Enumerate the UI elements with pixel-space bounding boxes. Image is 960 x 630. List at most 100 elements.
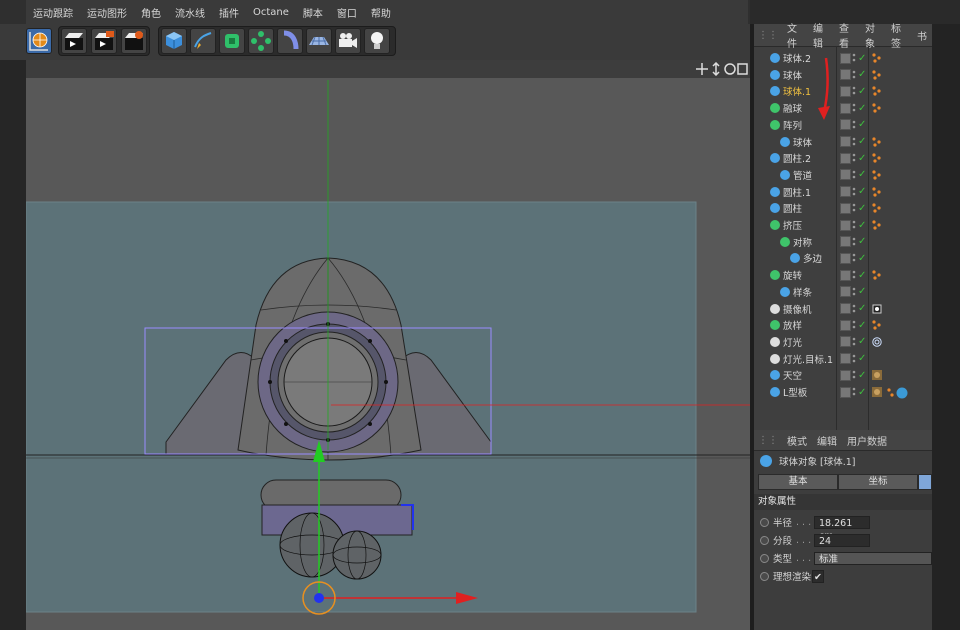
enabled-check-icon[interactable]: ✓: [858, 153, 866, 164]
object-row[interactable]: 融球 ✓: [754, 100, 932, 116]
phong-tag-icon[interactable]: [872, 86, 882, 96]
menu-item[interactable]: 脚本: [296, 5, 330, 20]
enabled-check-icon[interactable]: ✓: [858, 86, 866, 97]
enabled-check-icon[interactable]: ✓: [858, 253, 866, 264]
object-row[interactable]: 天空 ✓: [754, 367, 932, 383]
enabled-check-icon[interactable]: ✓: [858, 119, 866, 130]
visibility-dots-icon[interactable]: [852, 354, 856, 364]
3d-viewport[interactable]: [26, 60, 750, 630]
enabled-check-icon[interactable]: ✓: [858, 186, 866, 197]
floor-icon[interactable]: [306, 28, 332, 54]
layer-flag-icon[interactable]: [840, 136, 851, 147]
visibility-dots-icon[interactable]: [852, 387, 856, 397]
material-tag-icon[interactable]: [872, 387, 882, 397]
enabled-check-icon[interactable]: ✓: [858, 203, 866, 214]
layer-flag-icon[interactable]: [840, 369, 851, 381]
layer-flag-icon[interactable]: [840, 252, 851, 264]
om-menu-item[interactable]: 标签: [886, 20, 912, 50]
enabled-check-icon[interactable]: ✓: [858, 303, 866, 314]
phong-tag-icon[interactable]: [872, 270, 882, 280]
layer-flag-icon[interactable]: [840, 269, 851, 281]
menu-item[interactable]: 窗口: [330, 5, 364, 20]
object-row[interactable]: 样条 ✓: [754, 284, 932, 300]
menu-item[interactable]: Octane: [246, 7, 296, 18]
enabled-check-icon[interactable]: ✓: [858, 53, 866, 64]
layer-flag-icon[interactable]: [840, 353, 851, 365]
target-tag-icon[interactable]: [872, 337, 882, 347]
om-menu-item[interactable]: 对象: [860, 20, 886, 50]
object-row[interactable]: 挤压 ✓: [754, 217, 932, 233]
object-row[interactable]: 对称 ✓: [754, 234, 932, 250]
visibility-dots-icon[interactable]: [852, 153, 856, 163]
material-tag-icon[interactable]: [872, 370, 882, 381]
enabled-check-icon[interactable]: ✓: [858, 320, 866, 331]
layer-flag-icon[interactable]: [840, 236, 851, 248]
layer-flag-icon[interactable]: [840, 52, 851, 64]
attr-menu-item[interactable]: 编辑: [812, 433, 842, 448]
layer-flag-icon[interactable]: [840, 186, 851, 198]
tab-object[interactable]: [918, 474, 932, 490]
layer-flag-icon[interactable]: [840, 169, 851, 181]
render-to-picture-viewer-icon[interactable]: [91, 28, 117, 54]
visibility-dots-icon[interactable]: [852, 237, 856, 247]
phong-tag-icon[interactable]: [872, 170, 882, 180]
enabled-check-icon[interactable]: ✓: [858, 136, 866, 147]
visibility-dots-icon[interactable]: [852, 270, 856, 280]
layer-flag-icon[interactable]: [840, 102, 851, 114]
animate-radio-icon[interactable]: [760, 517, 769, 527]
render-settings-icon[interactable]: [121, 28, 147, 54]
light-icon[interactable]: [364, 28, 390, 54]
layer-flag-icon[interactable]: [840, 303, 851, 314]
render-view-icon[interactable]: [61, 28, 87, 54]
layer-flag-icon[interactable]: [840, 119, 851, 131]
object-row[interactable]: 球体.1 ✓: [754, 83, 932, 99]
object-row[interactable]: 球体 ✓: [754, 134, 932, 150]
object-row[interactable]: 圆柱.2 ✓: [754, 150, 932, 166]
object-row[interactable]: L型板 ✓: [754, 384, 932, 400]
object-row[interactable]: 圆柱 ✓: [754, 200, 932, 216]
attr-menu-item[interactable]: 用户数据: [842, 433, 892, 448]
phong-tag-icon[interactable]: [872, 136, 882, 147]
tab-basic[interactable]: 基本: [758, 474, 838, 490]
tab-coordinates[interactable]: 坐标: [838, 474, 918, 490]
animate-radio-icon[interactable]: [760, 571, 769, 581]
object-row[interactable]: 放样 ✓: [754, 317, 932, 333]
grip-icon[interactable]: ⋮⋮: [754, 30, 782, 41]
menu-item[interactable]: 角色: [134, 5, 168, 20]
type-dropdown[interactable]: 标准: [814, 551, 932, 565]
layer-flag-icon[interactable]: [840, 286, 851, 298]
phong-tag-icon[interactable]: [872, 53, 882, 63]
object-row[interactable]: 圆柱.1 ✓: [754, 184, 932, 200]
attr-menu-item[interactable]: 模式: [782, 433, 812, 448]
enabled-check-icon[interactable]: ✓: [858, 103, 866, 114]
perfect-sphere-checkbox[interactable]: ✔: [812, 569, 824, 583]
phong-tag-icon[interactable]: [872, 103, 882, 113]
object-row[interactable]: 灯光.目标.1 ✓: [754, 351, 932, 367]
array-icon[interactable]: [248, 28, 274, 54]
layer-flag-icon[interactable]: [840, 319, 851, 331]
enabled-check-icon[interactable]: ✓: [858, 270, 866, 281]
visibility-dots-icon[interactable]: [852, 70, 856, 80]
om-menu-item[interactable]: 编辑: [808, 20, 834, 50]
enabled-check-icon[interactable]: ✓: [858, 353, 866, 364]
object-row[interactable]: 旋转 ✓: [754, 267, 932, 283]
radius-field[interactable]: 18.261 cm: [814, 515, 870, 542]
pen-icon[interactable]: [190, 28, 216, 54]
visibility-dots-icon[interactable]: [852, 203, 856, 213]
om-menu-item[interactable]: 书: [912, 28, 932, 43]
menu-item[interactable]: 插件: [212, 5, 246, 20]
layer-flag-icon[interactable]: [840, 85, 851, 97]
menu-item[interactable]: 帮助: [364, 5, 398, 20]
phong-tag-icon[interactable]: [872, 220, 882, 230]
layer-flag-icon[interactable]: [840, 219, 851, 231]
phong-tag-icon[interactable]: [872, 153, 882, 163]
enabled-check-icon[interactable]: ✓: [858, 69, 866, 80]
visibility-dots-icon[interactable]: [852, 304, 856, 314]
animate-radio-icon[interactable]: [760, 553, 769, 563]
layer-flag-icon[interactable]: [840, 336, 851, 348]
visibility-dots-icon[interactable]: [852, 287, 856, 297]
object-row[interactable]: 阵列 ✓: [754, 117, 932, 133]
enabled-check-icon[interactable]: ✓: [858, 169, 866, 180]
visibility-dots-icon[interactable]: [852, 103, 856, 113]
om-menu-item[interactable]: 查看: [834, 20, 860, 50]
